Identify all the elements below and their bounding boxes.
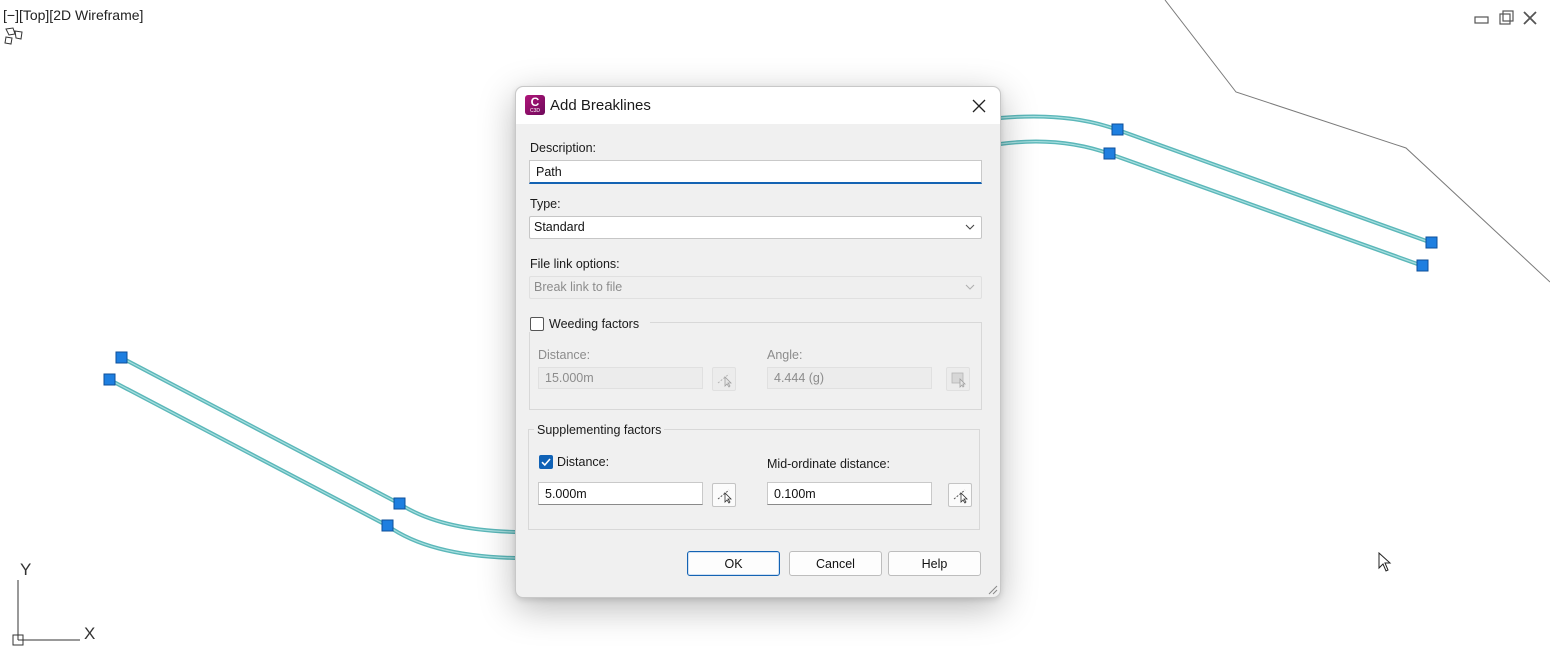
chevron-down-icon xyxy=(965,224,975,230)
restore-viewport-icon[interactable] xyxy=(1498,10,1514,26)
minimize-viewport-icon[interactable] xyxy=(1474,10,1490,26)
grip-handle[interactable] xyxy=(1425,236,1438,249)
supplementing-distance-pick-button[interactable] xyxy=(712,483,736,507)
supplementing-distance-checkbox[interactable] xyxy=(539,455,553,469)
weeding-distance-label: Distance: xyxy=(538,348,591,362)
checkmark-icon xyxy=(541,458,551,467)
grip-handle[interactable] xyxy=(381,519,394,532)
viewport-controls-label[interactable]: [−][Top][2D Wireframe] xyxy=(3,7,143,23)
grip-handle[interactable] xyxy=(1111,123,1124,136)
weeding-angle-label: Angle: xyxy=(767,348,803,362)
type-label: Type: xyxy=(530,197,561,211)
boundary-polyline[interactable] xyxy=(1164,0,1550,283)
pick-distance-icon xyxy=(953,489,968,504)
weeding-factors-header: Weeding factors xyxy=(528,316,650,332)
navigation-cube-icon[interactable] xyxy=(3,26,25,46)
weeding-distance-input xyxy=(538,367,703,389)
ok-button[interactable]: OK xyxy=(687,551,780,576)
ucs-icon xyxy=(12,580,80,646)
pick-distance-icon xyxy=(717,373,732,388)
mid-ordinate-distance-label: Mid-ordinate distance: xyxy=(767,457,890,471)
dialog-titlebar[interactable]: C C3D Add Breaklines xyxy=(516,87,1000,124)
cancel-button[interactable]: Cancel xyxy=(789,551,882,576)
file-link-selected-value: Break link to file xyxy=(534,280,623,294)
grip-handle[interactable] xyxy=(103,373,116,386)
ucs-y-label: Y xyxy=(20,560,31,579)
type-select[interactable]: Standard xyxy=(529,216,982,239)
weeding-factors-checkbox[interactable] xyxy=(530,317,544,331)
mouse-cursor-icon xyxy=(1378,552,1392,572)
description-label: Description: xyxy=(530,141,596,155)
civil3d-app-icon: C C3D xyxy=(525,95,545,115)
grip-handle[interactable] xyxy=(115,351,128,364)
close-button[interactable] xyxy=(958,87,1000,124)
supplementing-factors-group xyxy=(528,429,980,530)
type-selected-value: Standard xyxy=(534,220,585,234)
supplementing-distance-input[interactable] xyxy=(538,482,703,505)
close-viewport-icon[interactable] xyxy=(1522,10,1538,26)
file-link-select: Break link to file xyxy=(529,276,982,299)
close-icon xyxy=(972,99,986,112)
grip-handle[interactable] xyxy=(1416,259,1429,272)
weeding-distance-pick-button xyxy=(712,367,736,391)
add-breaklines-dialog: C C3D Add Breaklines Description: Type: … xyxy=(515,86,1001,598)
weeding-angle-input xyxy=(767,367,932,389)
mid-ordinate-distance-input[interactable] xyxy=(767,482,932,505)
grip-handle[interactable] xyxy=(1103,147,1116,160)
help-button[interactable]: Help xyxy=(888,551,981,576)
breakline-right[interactable] xyxy=(998,114,1434,268)
resize-grip-icon[interactable] xyxy=(986,583,998,595)
ucs-x-label: X xyxy=(84,624,95,643)
weeding-angle-pick-button xyxy=(946,367,970,391)
pick-angle-icon xyxy=(951,372,966,388)
grip-handle[interactable] xyxy=(393,497,406,510)
file-link-label: File link options: xyxy=(530,257,620,271)
pick-distance-icon xyxy=(717,489,732,504)
supplementing-factors-label: Supplementing factors xyxy=(534,423,665,437)
weeding-factors-label: Weeding factors xyxy=(549,317,640,331)
dialog-title: Add Breaklines xyxy=(550,97,651,114)
weeding-factors-group xyxy=(529,322,982,410)
mid-ordinate-pick-button[interactable] xyxy=(948,483,972,507)
chevron-down-icon xyxy=(965,284,975,290)
supplementing-distance-label: Distance: xyxy=(557,455,610,469)
description-input[interactable] xyxy=(529,160,982,184)
